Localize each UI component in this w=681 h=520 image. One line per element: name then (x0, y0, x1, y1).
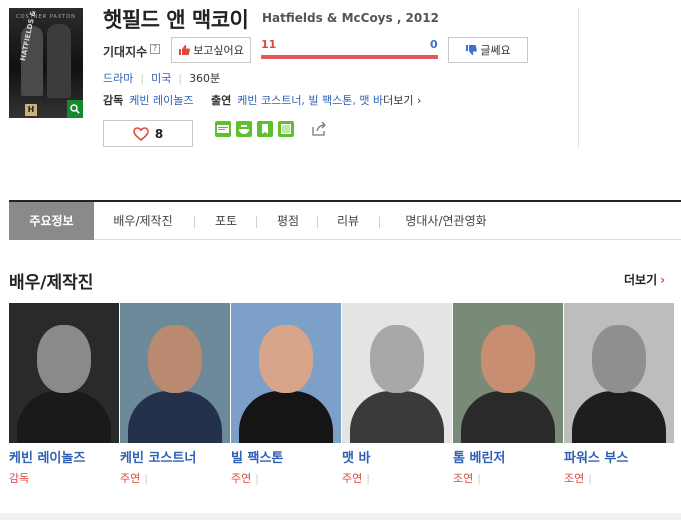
cast-role: 조연 (453, 472, 474, 485)
want-to-see-button[interactable]: 보고싶어요 (171, 37, 251, 63)
runtime: 360분 (189, 72, 221, 85)
cast-name-link[interactable]: 파워스 부스 (564, 447, 628, 466)
movie-tab-bar: 주요정보 배우/제작진 포토 평점 리뷰 명대사/연관영화 (9, 200, 681, 240)
cast-photo[interactable] (453, 303, 563, 443)
nowant-count: 0 (430, 38, 438, 51)
tab-divider (194, 216, 195, 228)
role-divider: | (588, 472, 592, 485)
cast-photo[interactable] (231, 303, 341, 443)
cast-role: 조연 (564, 472, 585, 485)
director-label: 감독 (103, 94, 124, 107)
history-channel-logo: H (25, 104, 37, 116)
person-face (370, 325, 424, 393)
cast-photo[interactable] (9, 303, 119, 443)
poster-cast-text: COSTNER PAXTON (16, 14, 76, 20)
share-icon[interactable] (311, 121, 327, 137)
person-face (481, 325, 535, 393)
cast-role-wrap: 주연 | (120, 470, 148, 486)
person-face (259, 325, 313, 393)
genre-link[interactable]: 드라마 (103, 72, 133, 85)
cast-name-link[interactable]: 빌 팩스톤 (231, 447, 283, 466)
person-silhouette (461, 391, 555, 443)
like-count: 8 (154, 126, 164, 141)
cast-label: 출연 (210, 94, 232, 107)
yozm-icon[interactable] (278, 121, 294, 137)
cast-role: 주연 (231, 472, 252, 485)
section-title: 배우/제작진 (9, 273, 94, 293)
cast-name-link[interactable]: 케빈 레이놀즈 (9, 447, 85, 466)
person-silhouette (239, 391, 333, 443)
tab-photo[interactable]: 포토 (201, 202, 251, 240)
not-sure-label: 글쎄요 (480, 44, 511, 57)
me2day-icon[interactable] (236, 121, 252, 137)
person-silhouette (350, 391, 444, 443)
cast-photo[interactable] (120, 303, 230, 443)
tab-cast-crew[interactable]: 배우/제작진 (101, 202, 185, 240)
cast-photo[interactable] (342, 303, 452, 443)
person-silhouette (128, 391, 222, 443)
cast-photo[interactable] (564, 303, 674, 443)
cast-name-link[interactable]: 톰 베린저 (453, 447, 505, 466)
chevron-right-icon: › (413, 94, 422, 107)
tab-review[interactable]: 리뷰 (323, 202, 373, 240)
cast-role-wrap: 조연 | (453, 470, 481, 486)
director-link[interactable]: 케빈 레이놀즈 (129, 94, 193, 107)
chevron-right-icon: › (660, 273, 666, 287)
cast-role: 감독 (9, 472, 30, 485)
footer-strip (0, 513, 681, 520)
tab-divider (379, 216, 380, 228)
role-divider: | (255, 472, 259, 485)
thumbs-up-icon (179, 45, 191, 55)
tab-quotes-related[interactable]: 명대사/연관영화 (387, 202, 505, 240)
role-divider: | (477, 472, 481, 485)
cast-role-wrap: 주연 | (231, 470, 259, 486)
role-divider: | (144, 472, 148, 485)
like-button[interactable]: 8 (103, 120, 193, 147)
movie-title-english: Hatfields & McCoys , 2012 (262, 11, 439, 25)
zoom-button[interactable] (67, 100, 83, 118)
blog-icon[interactable] (215, 121, 231, 137)
tab-main-info[interactable]: 주요정보 (9, 202, 94, 240)
person-face (148, 325, 202, 393)
expectation-bar (261, 55, 438, 59)
want-count: 11 (261, 38, 277, 51)
help-icon[interactable]: ? (150, 44, 160, 54)
cast-links[interactable]: 케빈 코스트너, 빌 팩스톤, 맷 바 (237, 94, 383, 107)
person-silhouette (17, 391, 111, 443)
tab-rating[interactable]: 평점 (263, 202, 313, 240)
cast-role-wrap: 주연 | (342, 470, 370, 486)
cast-name-link[interactable]: 맷 바 (342, 447, 370, 466)
section-more-link[interactable]: 더보기 › (624, 271, 665, 288)
header-divider (578, 8, 579, 148)
poster-figure (47, 24, 71, 98)
person-face (37, 325, 91, 393)
person-face (592, 325, 646, 393)
tab-divider (256, 216, 257, 228)
not-sure-button[interactable]: 글쎄요 (448, 37, 528, 63)
cast-role: 주연 (342, 472, 363, 485)
expect-label: 기대지수 (103, 45, 148, 59)
tab-divider (317, 216, 318, 228)
cast-role-wrap: 조연 | (564, 470, 592, 486)
heart-icon (133, 126, 149, 141)
cast-role: 주연 (120, 472, 141, 485)
thumbs-down-icon (466, 45, 478, 55)
movie-title: 햇필드 앤 맥코이 (103, 8, 249, 32)
movie-poster[interactable]: COSTNER PAXTON HATFIELDS & McCOYS H (9, 8, 83, 118)
movie-meta: 드라마 | 미국 | 360분 (103, 72, 221, 85)
cast-name-link[interactable]: 케빈 코스트너 (120, 447, 196, 466)
role-divider: | (366, 472, 370, 485)
magnifier-icon (70, 104, 80, 114)
section-more-label: 더보기 (624, 273, 658, 287)
credits-line: 감독 케빈 레이놀즈 출연 케빈 코스트너, 빌 팩스톤, 맷 바더보기 › (103, 92, 421, 108)
country-link[interactable]: 미국 (151, 72, 171, 85)
credits-more-link[interactable]: 더보기 (383, 94, 413, 107)
person-silhouette (572, 391, 666, 443)
want-to-see-label: 보고싶어요 (193, 44, 244, 57)
bookmark-icon[interactable] (257, 121, 273, 137)
